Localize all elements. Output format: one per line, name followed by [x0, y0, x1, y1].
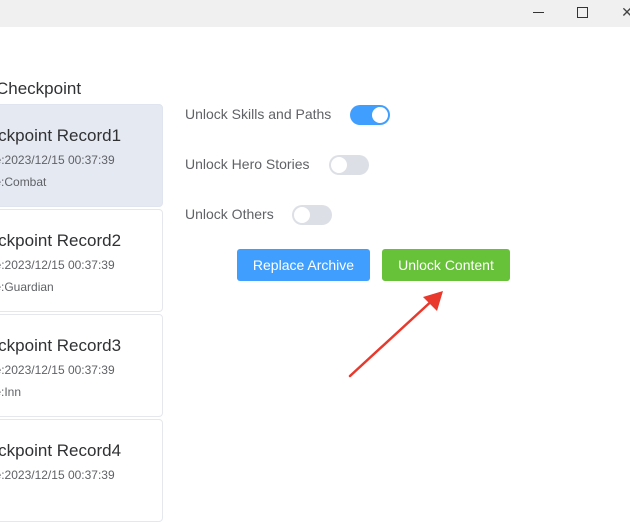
record-type: Type:Inn: [0, 385, 22, 399]
record-title: Checkpoint Record4: [0, 441, 122, 460]
red-arrow-annotation: [348, 291, 443, 378]
toggle-knob: [294, 207, 310, 223]
checkpoint-record-4[interactable]: Checkpoint Record4 Time:2023/12/15 00:37…: [0, 419, 163, 522]
window-titlebar: ✕: [0, 0, 630, 27]
record-time: Time:2023/12/15 00:37:39: [0, 153, 115, 167]
replace-archive-button[interactable]: Replace Archive: [237, 249, 370, 281]
record-type: Type:Combat: [0, 175, 47, 189]
checkpoint-record-3[interactable]: Checkpoint Record3 Time:2023/12/15 00:37…: [0, 314, 163, 417]
toggle-knob: [331, 157, 347, 173]
record-title: Checkpoint Record2: [0, 231, 122, 250]
section-title: Checkpoint: [0, 79, 82, 98]
unlock-others-toggle[interactable]: [292, 205, 332, 225]
maximize-icon[interactable]: [567, 0, 597, 24]
close-icon[interactable]: ✕: [612, 0, 630, 24]
unlock-others-label: Unlock Others: [185, 206, 274, 222]
toggle-knob: [372, 107, 388, 123]
record-time: Time:2023/12/15 00:37:39: [0, 363, 115, 377]
checkpoint-record-1[interactable]: Checkpoint Record1 Time:2023/12/15 00:37…: [0, 104, 163, 207]
unlock-content-button[interactable]: Unlock Content: [382, 249, 510, 281]
record-title: Checkpoint Record3: [0, 336, 122, 355]
minimize-icon[interactable]: [523, 0, 553, 24]
record-type: Type:Guardian: [0, 280, 54, 294]
record-time: Time:2023/12/15 00:37:39: [0, 258, 115, 272]
unlock-hero-stories-label: Unlock Hero Stories: [185, 156, 310, 172]
unlock-skills-toggle[interactable]: [350, 105, 390, 125]
unlock-skills-label: Unlock Skills and Paths: [185, 106, 332, 122]
unlock-hero-stories-toggle[interactable]: [329, 155, 369, 175]
checkpoint-record-2[interactable]: Checkpoint Record2 Time:2023/12/15 00:37…: [0, 209, 163, 312]
record-time: Time:2023/12/15 00:37:39: [0, 468, 115, 482]
record-title: Checkpoint Record1: [0, 126, 122, 145]
